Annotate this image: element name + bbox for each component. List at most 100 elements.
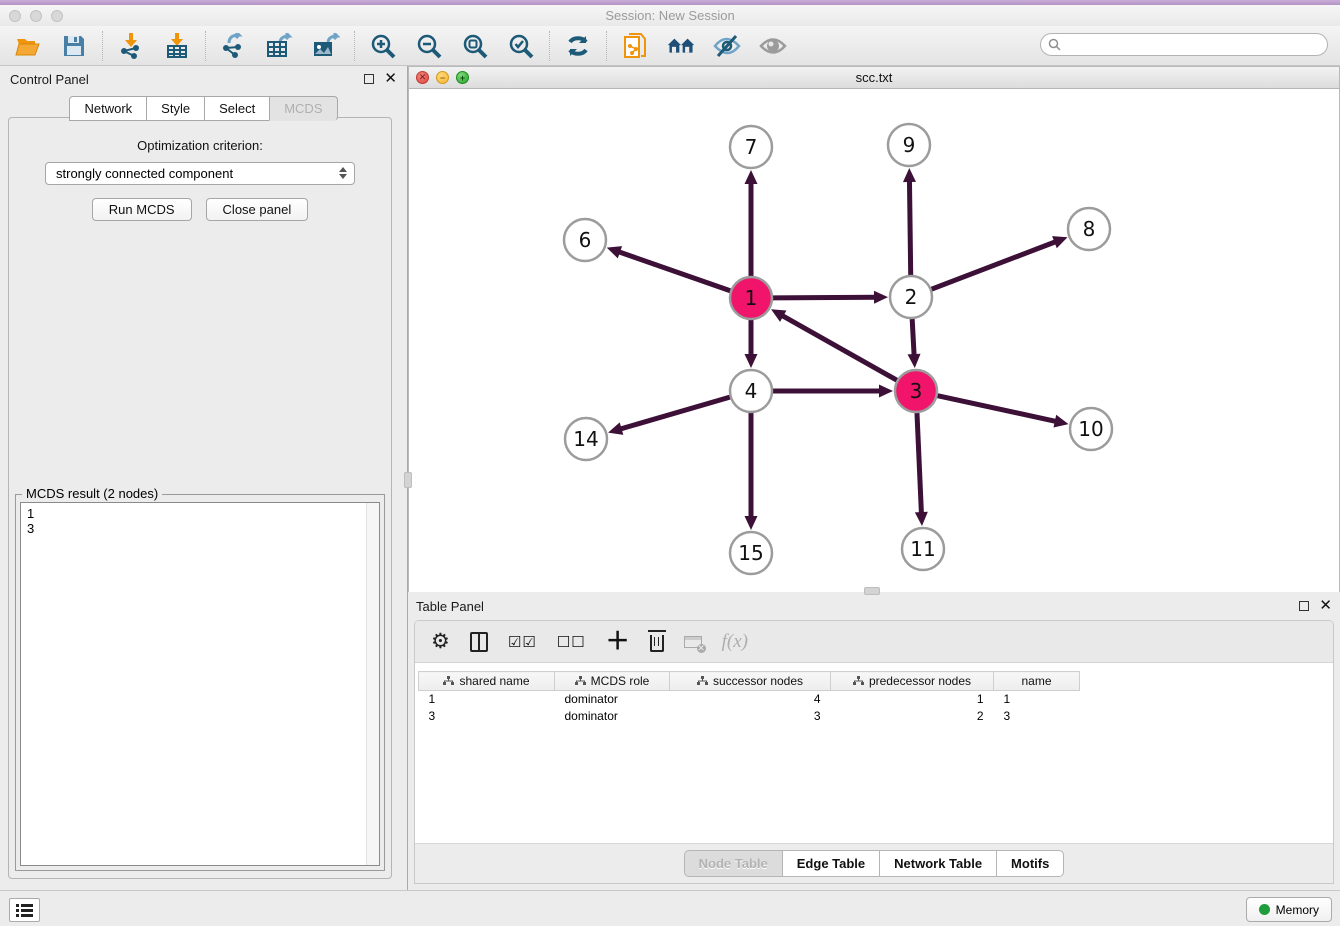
tab-select[interactable]: Select — [204, 96, 269, 121]
deselect-all-rows-icon[interactable]: ☐☐ — [557, 633, 586, 651]
delete-column-icon[interactable] — [650, 631, 664, 652]
hide-selected-icon[interactable] — [713, 32, 741, 60]
graph-edge-1-2[interactable] — [773, 297, 877, 298]
import-table-icon[interactable] — [163, 32, 191, 60]
optimization-criterion-label: Optimization criterion: — [9, 138, 391, 153]
graph-node-label-7: 7 — [745, 135, 758, 159]
save-session-icon[interactable] — [60, 32, 88, 60]
graph-node-label-14: 14 — [573, 427, 598, 451]
result-scrollbar[interactable] — [366, 503, 379, 865]
graph-edge-3-11[interactable] — [917, 413, 922, 515]
control-panel: Control Panel ✕ Network Style Select MCD… — [0, 66, 408, 890]
node-table: shared name MCDS role successor nodes pr… — [418, 671, 1080, 725]
run-mcds-button[interactable]: Run MCDS — [92, 198, 192, 221]
function-builder-icon: f(x) — [722, 631, 748, 653]
graph-edge-arrowhead — [879, 385, 893, 398]
graph-node-label-15: 15 — [738, 541, 763, 565]
clone-network-icon[interactable] — [621, 32, 649, 60]
graph-edge-3-10[interactable] — [937, 396, 1057, 422]
search-input[interactable] — [1040, 33, 1328, 56]
network-window-titlebar[interactable]: ✕ − + scc.txt — [409, 67, 1339, 89]
graph-edge-2-9[interactable] — [909, 179, 910, 275]
float-panel-icon[interactable] — [364, 74, 374, 84]
export-image-icon[interactable] — [312, 32, 340, 60]
network-canvas[interactable]: 1234678910111415 — [409, 89, 1339, 592]
add-column-icon[interactable]: ＋ — [606, 630, 630, 654]
graph-edge-arrowhead — [915, 512, 928, 526]
memory-status-dot — [1259, 904, 1270, 915]
mcds-panel-body: Optimization criterion: strongly connect… — [8, 117, 392, 879]
table-row[interactable]: 1 dominator 4 1 1 — [419, 691, 1080, 708]
main-toolbar — [0, 26, 1340, 66]
graph-node-label-3: 3 — [910, 379, 923, 403]
show-selected-icon[interactable] — [759, 32, 787, 60]
task-history-button[interactable] — [9, 898, 40, 922]
graph-edge-arrowhead — [607, 246, 622, 258]
mcds-result-group: MCDS result (2 nodes) 1 3 — [15, 494, 385, 871]
table-panel-tabs: Node Table Edge Table Network Table Moti… — [415, 843, 1333, 883]
graph-edge-arrowhead — [745, 516, 758, 530]
search-container — [1040, 33, 1328, 56]
tab-node-table[interactable]: Node Table — [684, 850, 782, 877]
control-panel-title: Control Panel — [10, 72, 89, 87]
graph-edge-2-8[interactable] — [932, 241, 1058, 289]
mcds-result-text[interactable]: 1 3 — [20, 502, 380, 866]
zoom-out-icon[interactable] — [415, 32, 443, 60]
network-graph: 1234678910111415 — [409, 89, 1339, 592]
close-table-panel-icon[interactable]: ✕ — [1319, 601, 1332, 611]
close-panel-icon[interactable]: ✕ — [384, 74, 397, 84]
table-panel-title: Table Panel — [416, 599, 484, 614]
column-header-shared-name[interactable]: shared name — [419, 672, 555, 691]
graph-node-label-10: 10 — [1078, 417, 1103, 441]
mcds-result-title: MCDS result (2 nodes) — [22, 486, 162, 501]
graph-edge-4-14[interactable] — [619, 397, 730, 429]
apply-layout-icon[interactable] — [564, 32, 592, 60]
select-all-rows-icon[interactable]: ☑☑ — [508, 633, 537, 651]
memory-button[interactable]: Memory — [1246, 897, 1332, 922]
close-panel-button[interactable]: Close panel — [206, 198, 309, 221]
table-panel: Table Panel ✕ ⚙ ☑☑ ☐☐ ＋ f(x) shared name… — [408, 592, 1340, 890]
graph-edge-arrowhead — [745, 170, 758, 184]
open-session-icon[interactable] — [14, 32, 42, 60]
criterion-selected-value: strongly connected component — [56, 166, 233, 181]
graph-edge-3-1[interactable] — [781, 315, 897, 381]
window-title: Session: New Session — [0, 8, 1340, 23]
zoom-in-icon[interactable] — [369, 32, 397, 60]
graph-edge-arrowhead — [874, 291, 888, 304]
column-header-predecessor-nodes[interactable]: predecessor nodes — [831, 672, 994, 691]
float-table-panel-icon[interactable] — [1299, 601, 1309, 611]
search-icon — [1048, 38, 1061, 51]
export-network-icon[interactable] — [220, 32, 248, 60]
memory-label: Memory — [1276, 903, 1319, 917]
graph-edge-2-3[interactable] — [912, 319, 914, 357]
graph-node-label-1: 1 — [745, 286, 758, 310]
criterion-select[interactable]: strongly connected component — [45, 162, 355, 185]
graph-edge-arrowhead — [908, 354, 921, 368]
show-all-networks-icon[interactable] — [667, 32, 695, 60]
tab-network[interactable]: Network — [69, 96, 146, 121]
tab-network-table[interactable]: Network Table — [879, 850, 996, 877]
column-header-successor-nodes[interactable]: successor nodes — [670, 672, 831, 691]
select-columns-icon[interactable] — [470, 632, 488, 652]
graph-node-label-8: 8 — [1083, 217, 1096, 241]
table-settings-icon[interactable]: ⚙ — [431, 631, 450, 652]
graph-edge-arrowhead — [903, 168, 916, 182]
import-network-icon[interactable] — [117, 32, 145, 60]
network-window-title: scc.txt — [409, 70, 1339, 85]
table-panel-surface: ⚙ ☑☑ ☐☐ ＋ f(x) shared name MCDS role suc… — [414, 620, 1334, 884]
column-header-mcds-role[interactable]: MCDS role — [555, 672, 670, 691]
table-row[interactable]: 3 dominator 3 2 3 — [419, 708, 1080, 725]
delete-table-icon — [684, 636, 702, 648]
tab-mcds[interactable]: MCDS — [269, 96, 337, 121]
graph-edge-1-6[interactable] — [617, 251, 730, 291]
tab-style[interactable]: Style — [146, 96, 204, 121]
column-header-name[interactable]: name — [994, 672, 1080, 691]
zoom-fit-icon[interactable] — [461, 32, 489, 60]
graph-node-label-6: 6 — [579, 228, 592, 252]
tab-edge-table[interactable]: Edge Table — [782, 850, 879, 877]
vertical-splitter-handle[interactable] — [404, 472, 412, 488]
horizontal-splitter-handle[interactable] — [864, 587, 880, 595]
tab-motifs[interactable]: Motifs — [996, 850, 1064, 877]
export-table-icon[interactable] — [266, 32, 294, 60]
zoom-selected-icon[interactable] — [507, 32, 535, 60]
